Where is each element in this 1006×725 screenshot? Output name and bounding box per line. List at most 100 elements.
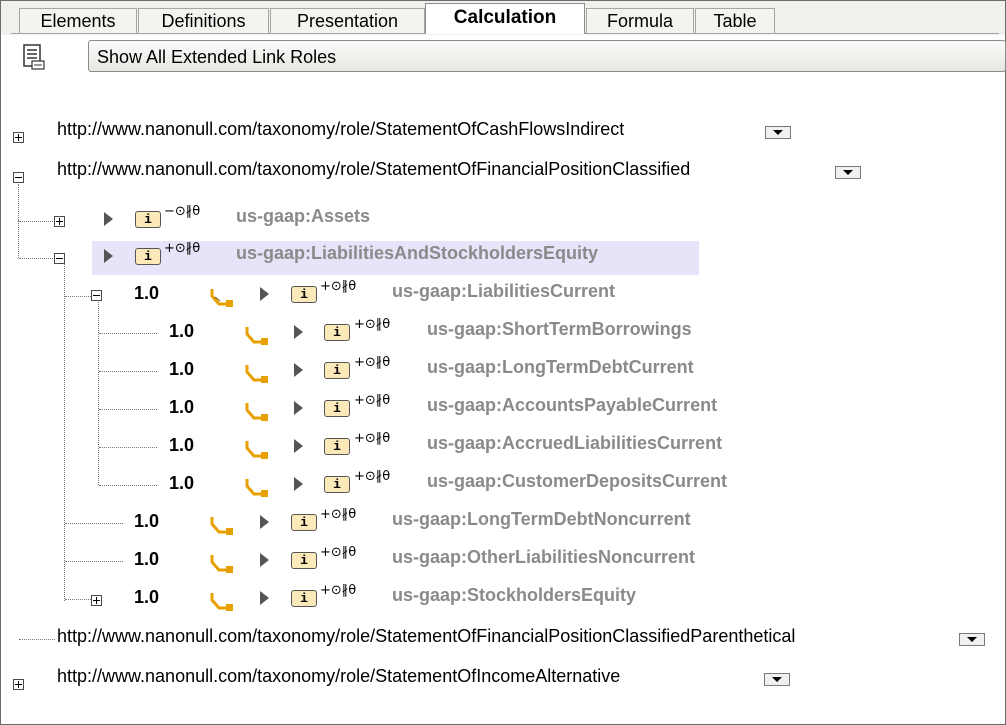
triangle-right-icon[interactable] (294, 401, 303, 415)
element-name: us-gaap:LongTermDebtNoncurrent (392, 509, 691, 529)
triangle-right-icon[interactable] (294, 439, 303, 453)
info-icon[interactable]: i (135, 248, 161, 265)
collapse-liabilities-and-equity[interactable] (54, 253, 65, 264)
collapse-liabilities-current[interactable] (91, 290, 102, 301)
tree-guide (65, 561, 123, 562)
triangle-right-icon[interactable] (104, 249, 113, 263)
element-name: us-gaap:LiabilitiesCurrent (392, 281, 616, 301)
tree-guide (64, 264, 65, 601)
triangle-right-icon[interactable] (260, 553, 269, 567)
tree-guide (19, 221, 59, 222)
tab-presentation[interactable]: Presentation (270, 8, 425, 33)
triangle-right-icon[interactable] (294, 363, 303, 377)
calculation-link-icon (245, 479, 268, 497)
info-icon[interactable]: i (291, 552, 317, 569)
calculation-weight: 1.0 (169, 321, 195, 341)
calculation-weight: 1.0 (134, 549, 160, 569)
role-income-dropdown[interactable] (764, 673, 790, 686)
calculation-weight: 1.0 (169, 435, 195, 455)
element-name: us-gaap:StockholdersEquity (392, 585, 637, 605)
element-flags: +⊙∦θ (164, 241, 201, 256)
info-icon[interactable]: i (291, 286, 317, 303)
info-icon[interactable]: i (324, 400, 350, 417)
tree-guide (18, 184, 19, 222)
triangle-right-icon[interactable] (294, 325, 303, 339)
role-cashflows-dropdown[interactable] (765, 126, 791, 139)
element-name: us-gaap:CustomerDepositsCurrent (427, 471, 728, 491)
element-flags: +⊙∦θ (354, 317, 391, 332)
calculation-link-icon (210, 555, 233, 573)
element-name: us-gaap:OtherLiabilitiesNoncurrent (392, 547, 696, 567)
role-uri-financialposition-parenthetical: http://www.nanonull.com/taxonomy/role/St… (57, 626, 796, 646)
calculation-link-icon (245, 441, 268, 459)
info-icon[interactable]: i (324, 324, 350, 341)
calculation-link-icon (245, 327, 268, 345)
view-tabs: Elements Definitions Presentation Calcul… (1, 1, 1005, 35)
tree-guide (99, 409, 157, 410)
tree-guide (19, 639, 55, 640)
calculation-link-icon (210, 289, 233, 307)
tree-guide (18, 220, 19, 258)
calculation-weight: 1.0 (134, 283, 160, 303)
element-flags: +⊙∦θ (354, 431, 391, 446)
element-name: us-gaap:ShortTermBorrowings (427, 319, 692, 339)
calculation-link-icon (210, 593, 233, 611)
tab-formula[interactable]: Formula (586, 8, 694, 33)
element-flags: +⊙∦θ (354, 355, 391, 370)
info-icon[interactable]: i (324, 438, 350, 455)
expand-role-cashflows[interactable] (13, 132, 24, 143)
element-name: us-gaap:AccountsPayableCurrent (427, 395, 718, 415)
triangle-right-icon[interactable] (294, 477, 303, 491)
tree-guide (65, 296, 91, 297)
calculation-weight: 1.0 (169, 359, 195, 379)
tree-guide (65, 523, 123, 524)
tree-guide (99, 371, 157, 372)
info-icon[interactable]: i (324, 476, 350, 493)
role-uri-income: http://www.nanonull.com/taxonomy/role/St… (57, 666, 621, 686)
role-uri-financialposition: http://www.nanonull.com/taxonomy/role/St… (57, 159, 691, 179)
expand-role-income[interactable] (13, 679, 24, 690)
calculation-weight: 1.0 (134, 587, 160, 607)
role-parenthetical-dropdown[interactable] (959, 633, 985, 646)
calculation-weight: 1.0 (134, 511, 160, 531)
triangle-right-icon[interactable] (260, 515, 269, 529)
expand-assets[interactable] (54, 216, 65, 227)
tab-definitions[interactable]: Definitions (138, 8, 269, 33)
calculation-weight: 1.0 (169, 473, 195, 493)
collapse-role-financialposition[interactable] (13, 172, 24, 183)
element-name: us-gaap:LiabilitiesAndStockholdersEquity (236, 243, 599, 263)
triangle-right-icon[interactable] (260, 591, 269, 605)
tab-table[interactable]: Table (695, 8, 775, 33)
element-flags: +⊙∦θ (354, 469, 391, 484)
tree-guide (99, 485, 157, 486)
calculation-weight: 1.0 (169, 397, 195, 417)
tree-guide (98, 302, 99, 485)
tab-calculation[interactable]: Calculation (425, 3, 585, 34)
role-uri-cashflows: http://www.nanonull.com/taxonomy/role/St… (57, 119, 625, 139)
expand-stockholders-equity[interactable] (91, 595, 102, 606)
tab-elements[interactable]: Elements (19, 8, 137, 33)
element-name: us-gaap:Assets (236, 206, 371, 226)
element-flags: +⊙∦θ (320, 545, 357, 560)
element-flags: +⊙∦θ (320, 583, 357, 598)
tree-guide (65, 599, 91, 600)
element-name: us-gaap:AccruedLiabilitiesCurrent (427, 433, 723, 453)
calculation-link-icon (245, 403, 268, 421)
calculation-view-window: Elements Definitions Presentation Calcul… (0, 0, 1006, 725)
triangle-right-icon[interactable] (260, 287, 269, 301)
calculation-link-icon (245, 365, 268, 383)
toolbar: Show All Extended Link Roles (11, 36, 1006, 77)
info-icon[interactable]: i (291, 590, 317, 607)
role-financialposition-dropdown[interactable] (835, 166, 861, 179)
tree-guide (19, 258, 59, 259)
triangle-right-icon[interactable] (104, 212, 113, 226)
show-all-roles-button[interactable]: Show All Extended Link Roles (88, 40, 1006, 72)
list-view-icon[interactable] (19, 43, 47, 71)
calculation-link-icon (210, 517, 233, 535)
tree-guide (99, 447, 157, 448)
info-icon[interactable]: i (135, 211, 161, 228)
info-icon[interactable]: i (291, 514, 317, 531)
element-flags: +⊙∦θ (354, 393, 391, 408)
element-flags: −⊙∦θ (164, 204, 201, 219)
info-icon[interactable]: i (324, 362, 350, 379)
